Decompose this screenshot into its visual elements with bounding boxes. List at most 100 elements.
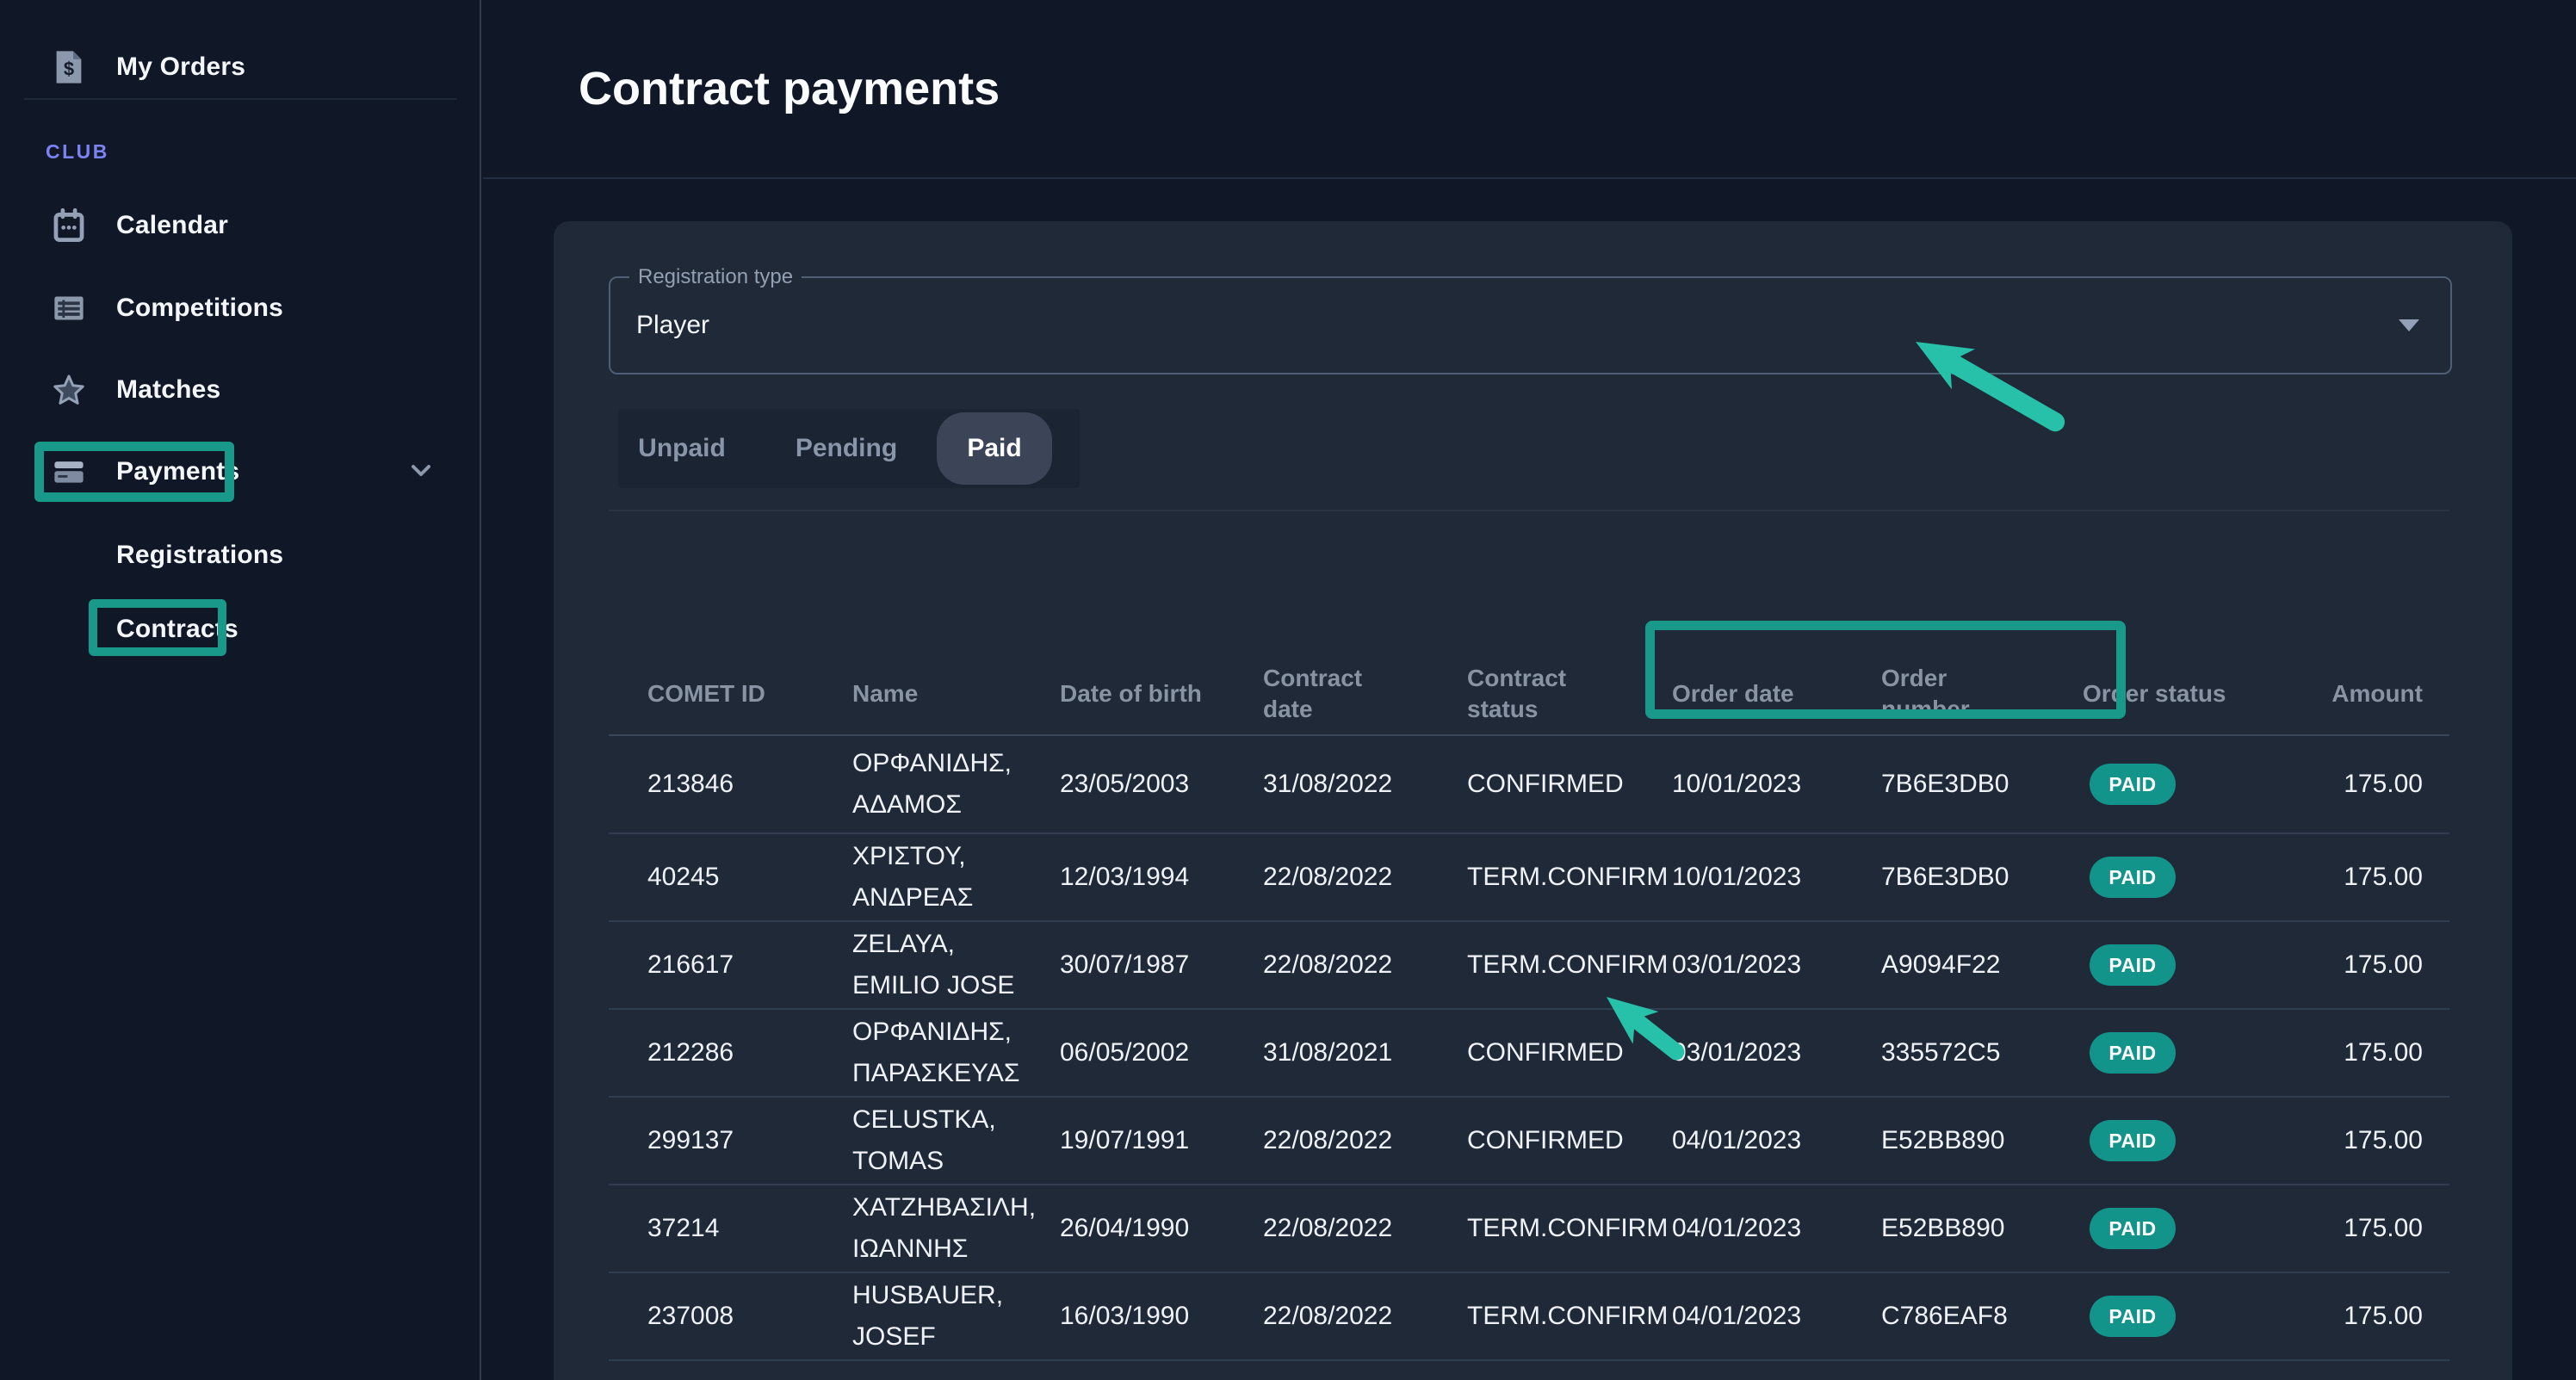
sidebar-item-contracts[interactable]: Contracts [0,603,480,655]
sidebar: $ My Orders CLUB Calendar [0,0,481,1380]
tab-unpaid[interactable]: Unpaid [618,409,746,488]
cell-amount: 175.00 [2291,1126,2449,1155]
receipt-dollar-icon: $ [50,48,88,86]
cell-name: ΟΡΦΑΝΙΔΗΣ,ΑΔΑΜΟΣ [852,743,1060,826]
cell-contract-status: TERM.CONFIRM [1467,950,1672,980]
select-caret-icon [2399,319,2419,331]
cell-comet-id: 237008 [647,1302,852,1331]
registration-type-select[interactable]: Registration type Player [609,276,2452,374]
status-badge-paid: PAID [2090,1120,2176,1161]
sidebar-item-label: Registrations [116,541,283,570]
contract-payments-table: COMET ID Name Date of birth Contractdate… [609,510,2449,1380]
table-row[interactable]: 237008 HUSBAUER,JOSEF 16/03/1990 22/08/2… [609,1273,2449,1361]
credit-card-icon [50,458,88,486]
cell-dob: 19/07/1991 [1060,1126,1263,1155]
status-badge-paid: PAID [2090,944,2176,986]
cell-name: CELUSTKA,TOMAS [852,1099,1060,1182]
cell-name: ΧΑΤΖΗΒΑΣΙΛΗ,ΙΩΑΝΝΗΣ [852,1187,1060,1270]
sidebar-item-label: Contracts [116,615,238,644]
sidebar-item-label: Matches [116,375,220,405]
cell-contract-status: TERM.CONFIRM [1467,1302,1672,1331]
cell-contract-date: 22/08/2022 [1263,950,1467,980]
sidebar-item-my-orders[interactable]: $ My Orders [0,41,480,93]
sidebar-item-label: Competitions [116,294,283,323]
status-badge-paid: PAID [2090,1208,2176,1249]
status-badge-paid: PAID [2090,857,2176,898]
cell-order-number: A9094F22 [1881,950,2083,980]
cell-order-number: C786EAF8 [1881,1302,2083,1331]
tab-paid[interactable]: Paid [937,412,1052,485]
cell-amount: 175.00 [2291,950,2449,980]
status-badge-paid: PAID [2090,1296,2176,1337]
cell-comet-id: 299137 [647,1126,852,1155]
sidebar-item-matches[interactable]: Matches [0,364,480,416]
cell-contract-date: 31/08/2021 [1263,1038,1467,1067]
sidebar-section-label: CLUB [46,140,109,164]
cell-name: ZELAYA,EMILIO JOSE [852,924,1060,1006]
table-row[interactable]: 216617 ZELAYA,EMILIO JOSE 30/07/1987 22/… [609,922,2449,1010]
cell-contract-status: TERM.CONFIRM [1467,1214,1672,1243]
chevron-down-icon[interactable] [408,462,434,480]
cell-order-status: PAID [2083,857,2291,898]
cell-comet-id: 213846 [647,770,852,799]
page-title: Contract payments [579,62,1000,115]
cell-contract-status: CONFIRMED [1467,1038,1672,1067]
registration-type-value: Player [636,278,709,373]
sidebar-divider [24,98,457,100]
sidebar-item-competitions[interactable]: Competitions [0,282,480,334]
status-badge-paid: PAID [2090,764,2176,805]
cell-order-date: 04/01/2023 [1672,1302,1881,1331]
cell-amount: 175.00 [2291,1302,2449,1331]
cell-order-number: 335572C5 [1881,1038,2083,1067]
column-header-contract-status: Contractstatus [1467,663,1672,725]
cell-contract-status: CONFIRMED [1467,1126,1672,1155]
cell-dob: 26/04/1990 [1060,1214,1263,1243]
tab-pending[interactable]: Pending [783,409,910,488]
cell-order-status: PAID [2083,1208,2291,1249]
content-card: Registration type Player Unpaid Pending … [554,221,2512,1380]
cell-order-status: PAID [2083,1120,2291,1161]
header-divider [483,177,2576,179]
cell-contract-date: 22/08/2022 [1263,863,1467,892]
cell-name: ΧΡΙΣΤΟΥ,ΑΝΔΡΕΑΣ [852,836,1060,919]
cell-dob: 06/05/2002 [1060,1038,1263,1067]
cell-order-date: 10/01/2023 [1672,770,1881,799]
cell-contract-status: CONFIRMED [1467,770,1672,799]
cell-order-date: 04/01/2023 [1672,1126,1881,1155]
table-row[interactable]: KNOBLOCH, [609,1361,2449,1380]
column-header-contract-date: Contractdate [1263,663,1467,725]
sidebar-item-registrations[interactable]: Registrations [0,529,480,581]
table-row[interactable]: 299137 CELUSTKA,TOMAS 19/07/1991 22/08/2… [609,1098,2449,1185]
cell-order-status: PAID [2083,1296,2291,1337]
column-header-order-number: Ordernumber [1881,663,2083,725]
column-header-order-date: Order date [1672,663,1881,725]
cell-comet-id: 37214 [647,1214,852,1243]
column-header-order-status: Order status [2083,663,2291,725]
cell-order-date: 04/01/2023 [1672,1214,1881,1243]
cell-contract-date: 31/08/2022 [1263,770,1467,799]
payment-status-tabs: Unpaid Pending Paid [618,409,1080,488]
table-row[interactable]: 40245 ΧΡΙΣΤΟΥ,ΑΝΔΡΕΑΣ 12/03/1994 22/08/2… [609,834,2449,922]
cell-order-status: PAID [2083,1032,2291,1074]
table-row[interactable]: 212286 ΟΡΦΑΝΙΔΗΣ,ΠΑΡΑΣΚΕΥΑΣ 06/05/2002 3… [609,1010,2449,1098]
cell-amount: 175.00 [2291,863,2449,892]
column-header-comet-id: COMET ID [647,663,852,725]
cell-order-date: 10/01/2023 [1672,863,1881,892]
cell-order-date: 03/01/2023 [1672,1038,1881,1067]
column-header-amount: Amount [2291,663,2449,725]
cell-order-number: E52BB890 [1881,1126,2083,1155]
table-row[interactable]: 37214 ΧΑΤΖΗΒΑΣΙΛΗ,ΙΩΑΝΝΗΣ 26/04/1990 22/… [609,1185,2449,1273]
cell-amount: 175.00 [2291,770,2449,799]
cell-name: ΟΡΦΑΝΙΔΗΣ,ΠΑΡΑΣΚΕΥΑΣ [852,1012,1060,1094]
cell-comet-id: 40245 [647,863,852,892]
table-list-icon [50,294,88,322]
sidebar-item-calendar[interactable]: Calendar [0,200,480,251]
column-header-name: Name [852,663,1060,725]
sidebar-item-label: My Orders [116,53,245,82]
cell-contract-status: TERM.CONFIRM [1467,863,1672,892]
sidebar-item-label: Payments [116,457,239,486]
cell-amount: 175.00 [2291,1038,2449,1067]
cell-order-status: PAID [2083,944,2291,986]
status-badge-paid: PAID [2090,1032,2176,1074]
table-row[interactable]: 213846 ΟΡΦΑΝΙΔΗΣ,ΑΔΑΜΟΣ 23/05/2003 31/08… [609,736,2449,834]
